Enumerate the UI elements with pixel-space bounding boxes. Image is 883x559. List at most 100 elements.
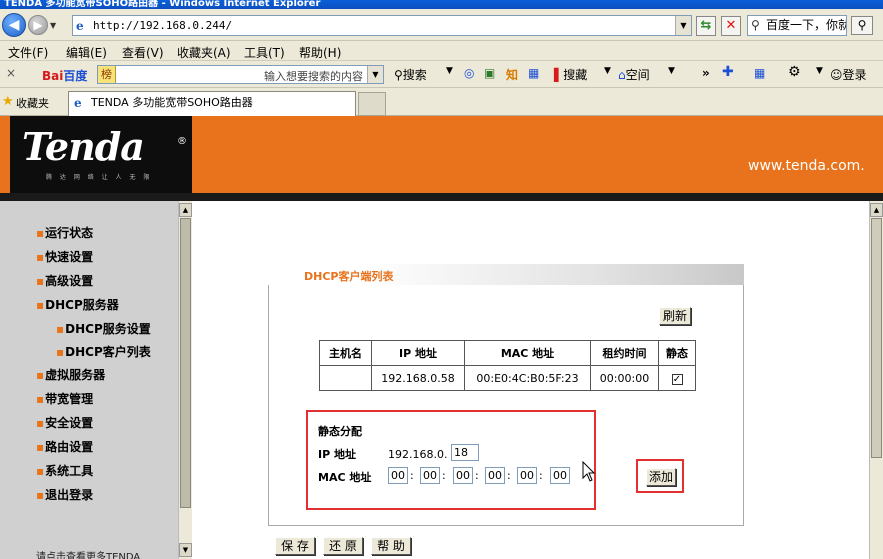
forward-button[interactable]: ▶ (28, 15, 48, 35)
col-mac: MAC 地址 (464, 340, 591, 366)
mac-octet-4-input[interactable]: 00 (485, 467, 505, 484)
dropdown-icon[interactable]: ▼ (668, 66, 675, 76)
static-checkbox[interactable]: ✓ (671, 373, 683, 385)
grid-icon[interactable]: ▦ (754, 66, 765, 80)
sidebar-item-quick-setup[interactable]: ▪快速设置 (36, 248, 93, 265)
menu-tools[interactable]: 工具(T) (244, 44, 285, 61)
sidebar-item-status[interactable]: ▪运行状态 (36, 224, 93, 241)
back-button[interactable]: ◀ (2, 13, 26, 37)
baidu-logo-b: 百度 (63, 69, 88, 83)
sidebar-scrollbar[interactable]: ▲ ▼ (178, 201, 192, 559)
scroll-thumb[interactable] (871, 218, 882, 458)
soucang-button[interactable]: ▌搜藏 (554, 66, 587, 83)
mac-octet-3-input[interactable]: 00 (453, 467, 473, 484)
tieba-icon[interactable]: ◎ (464, 66, 474, 80)
news-icon[interactable]: ▦ (528, 66, 539, 80)
tab-router[interactable]: e TENDA 多功能宽带SOHO路由器 (68, 91, 356, 116)
sidebar-item-virtual-server[interactable]: ▪虚拟服务器 (36, 366, 105, 383)
more-chevron-icon[interactable]: » (702, 66, 710, 80)
bullet-icon: ▪ (56, 322, 65, 336)
zhidao-button[interactable]: 知 (506, 66, 518, 83)
gear-icon[interactable]: ⚙ (788, 64, 801, 80)
ip-prefix: 192.168.0. (388, 448, 448, 461)
menu-view[interactable]: 查看(V) (122, 44, 164, 61)
sidebar-item-system-tools[interactable]: ▪系统工具 (36, 462, 93, 479)
new-tab-button[interactable] (358, 92, 386, 116)
sidebar-item-dhcp-client-list[interactable]: ▪DHCP客户列表 (56, 343, 151, 360)
scroll-up-icon[interactable]: ▲ (179, 203, 192, 217)
sidebar-item-routing[interactable]: ▪路由设置 (36, 438, 93, 455)
sidebar-item-dhcp-settings[interactable]: ▪DHCP服务设置 (56, 320, 151, 337)
col-ip: IP 地址 (371, 340, 465, 366)
dropdown-icon[interactable]: ▼ (816, 66, 823, 76)
baidu-hot-button[interactable]: 榜 (98, 66, 116, 83)
dropdown-icon[interactable]: ▼ (446, 66, 453, 76)
scroll-up-icon[interactable]: ▲ (870, 203, 883, 217)
sidebar-item-logout[interactable]: ▪退出登录 (36, 486, 93, 503)
sidebar-item-bandwidth[interactable]: ▪带宽管理 (36, 390, 93, 407)
sidebar-item-advanced[interactable]: ▪高级设置 (36, 272, 93, 289)
help-button[interactable]: 帮 助 (371, 537, 411, 555)
mac-octet-1-input[interactable]: 00 (388, 467, 408, 484)
bullet-icon: ▪ (36, 440, 45, 454)
ip-last-octet-input[interactable]: 18 (451, 444, 479, 461)
save-button[interactable]: 保 存 (275, 537, 315, 555)
url-dropdown-icon[interactable]: ▼ (675, 16, 691, 35)
baidu-search-button[interactable]: ⚲搜索 (394, 66, 427, 83)
restore-button[interactable]: 还 原 (323, 537, 363, 555)
baidu-logo[interactable]: Bai百度 (42, 67, 87, 84)
baidu-placeholder: 输入想要搜索的内容 (264, 70, 363, 83)
favorites-bar: ★ 收藏夹 e TENDA 多功能宽带SOHO路由器 (0, 88, 883, 116)
stop-button[interactable]: ✕ (721, 16, 741, 36)
favorites-button[interactable]: 收藏夹 (16, 95, 49, 111)
sidebar-item-label: DHCP客户列表 (65, 345, 151, 359)
sidebar-item-dhcp-server[interactable]: ▪DHCP服务器 (36, 296, 119, 313)
kongjian-label: 空间 (625, 68, 650, 82)
scroll-thumb[interactable] (180, 218, 191, 508)
mac-octet-2-input[interactable]: 00 (420, 467, 440, 484)
image-icon[interactable]: ▣ (484, 66, 495, 80)
dropdown-icon[interactable]: ▼ (604, 66, 611, 76)
baidu-search-label: 搜索 (402, 68, 427, 82)
user-icon: ☺ (830, 68, 843, 82)
baidu-dropdown-icon[interactable]: ▼ (367, 66, 383, 83)
sidebar-item-label: DHCP服务设置 (65, 322, 151, 336)
main-scrollbar[interactable]: ▲ (869, 201, 883, 559)
star-icon[interactable]: ★ (2, 94, 14, 109)
refresh-icon: ⇆ (700, 18, 712, 33)
mac-separator: : (507, 469, 511, 482)
url-text: http://192.168.0.244/ (93, 19, 233, 32)
baidu-search-input[interactable]: 榜 输入想要搜索的内容 ▼ (97, 65, 384, 84)
plus-icon[interactable]: ✚ (722, 64, 734, 80)
login-button[interactable]: ☺登录 (830, 66, 867, 83)
mac-label: MAC 地址 (318, 471, 372, 484)
sidebar-footer-link[interactable]: 请点击查看更多TENDA (36, 548, 140, 559)
table-header-row: 主机名 IP 地址 MAC 地址 租约时间 静态 (319, 340, 696, 366)
mac-octet-5-input[interactable]: 00 (517, 467, 537, 484)
panel-bottom-divider (268, 525, 744, 526)
menu-favorites[interactable]: 收藏夹(A) (177, 44, 231, 61)
url-field[interactable]: e http://192.168.0.244/ ▼ (72, 15, 692, 36)
menu-file[interactable]: 文件(F) (8, 44, 48, 61)
mac-octet-6-input[interactable]: 00 (550, 467, 570, 484)
window-title: TENDA 多功能宽带SOHO路由器 - Windows Internet Ex… (0, 0, 883, 9)
add-button[interactable]: 添加 (646, 468, 676, 486)
kongjian-button[interactable]: ⌂空间 (618, 66, 650, 83)
space-icon: ⌂ (618, 68, 626, 82)
refresh-page-button[interactable]: ⇆ (696, 16, 716, 36)
menu-edit[interactable]: 编辑(E) (66, 44, 107, 61)
refresh-list-button[interactable]: 刷新 (659, 307, 691, 325)
menu-help[interactable]: 帮助(H) (299, 44, 341, 61)
static-allocation-box: 静态分配 IP 地址 192.168.0. 18 MAC 地址 00 : 00 … (306, 410, 596, 510)
sidebar-item-security[interactable]: ▪安全设置 (36, 414, 93, 431)
col-hostname: 主机名 (319, 340, 372, 366)
scroll-down-icon[interactable]: ▼ (179, 543, 192, 557)
tenda-logo: Tenda ® 腾 达 网 络 让 人 无 限 (10, 116, 192, 193)
history-dropdown-icon[interactable]: ▼ (50, 21, 56, 30)
search-go-button[interactable]: ⚲ (851, 16, 873, 35)
cell-ip: 192.168.0.58 (371, 365, 465, 391)
close-toolbar-button[interactable]: × (6, 66, 16, 80)
bullet-icon: ▪ (36, 226, 45, 240)
static-title: 静态分配 (318, 425, 362, 438)
browser-search-input[interactable]: ⚲ 百度一下，你就 (747, 15, 847, 36)
